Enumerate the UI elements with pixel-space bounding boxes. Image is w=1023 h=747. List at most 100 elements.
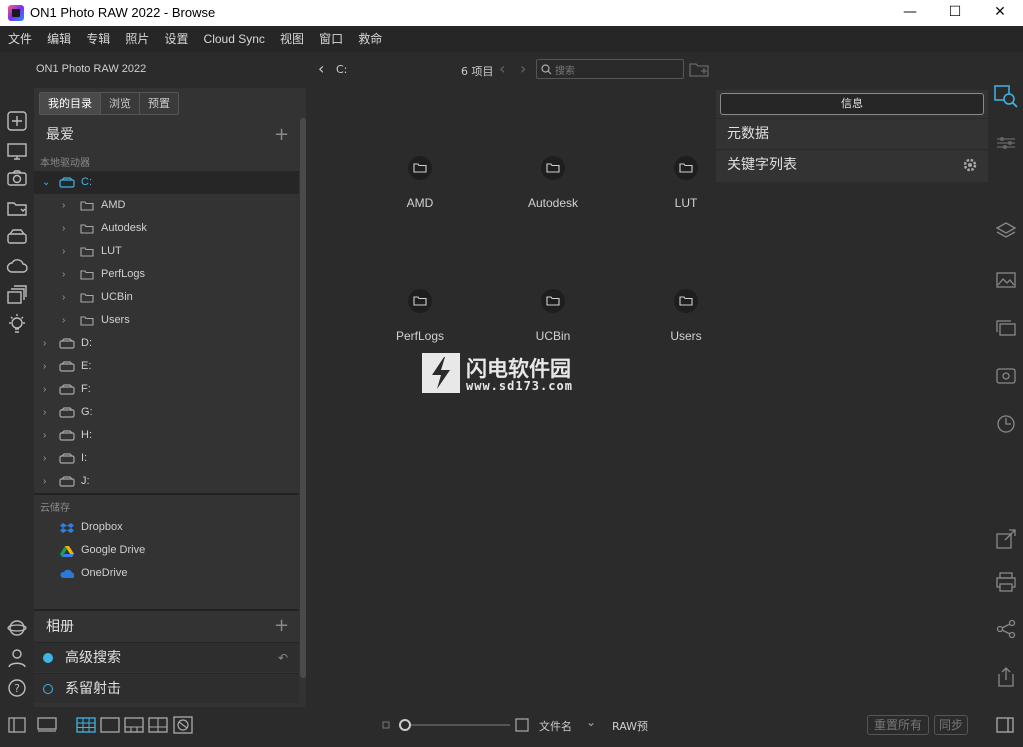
- menu-file[interactable]: 文件: [0, 26, 32, 52]
- tab-presets[interactable]: 预置: [140, 93, 178, 114]
- folder-tile[interactable]: Users: [627, 289, 747, 369]
- folder-tile[interactable]: PerfLogs: [361, 289, 481, 369]
- user-icon[interactable]: [6, 647, 28, 669]
- prev-arrow-icon[interactable]: ‹: [499, 59, 505, 78]
- gear-icon[interactable]: [962, 157, 978, 173]
- resize-icon[interactable]: [996, 414, 1016, 434]
- folder-row[interactable]: › LUT: [34, 240, 299, 263]
- folder-tile[interactable]: AMD: [361, 156, 481, 236]
- layers-icon[interactable]: [996, 222, 1016, 240]
- folder-heart-icon[interactable]: [6, 197, 28, 219]
- export-icon[interactable]: [996, 529, 1016, 549]
- minimize-button[interactable]: —: [887, 0, 933, 26]
- drive-row-j[interactable]: › J:: [34, 470, 299, 493]
- gallery-icon[interactable]: [996, 320, 1016, 336]
- chevron-right-icon[interactable]: ›: [62, 286, 65, 309]
- slider-handle[interactable]: [399, 719, 411, 731]
- chevron-right-icon[interactable]: ›: [43, 332, 46, 355]
- info-button[interactable]: 信息: [720, 93, 984, 115]
- sync-globe-icon[interactable]: [6, 617, 28, 639]
- menu-edit[interactable]: 编辑: [39, 26, 71, 52]
- drive-icon[interactable]: [6, 226, 28, 248]
- raw-preview-label[interactable]: RAW预: [612, 718, 648, 734]
- chevron-right-icon[interactable]: ›: [43, 378, 46, 401]
- chevron-right-icon[interactable]: ›: [62, 309, 65, 332]
- reset-all-button[interactable]: 重置所有: [867, 715, 929, 735]
- landscape-icon[interactable]: [996, 272, 1016, 288]
- folder-tile[interactable]: Autodesk: [494, 156, 614, 236]
- drive-row-i[interactable]: › I:: [34, 447, 299, 470]
- upload-icon[interactable]: [996, 666, 1016, 688]
- detail-view-icon[interactable]: [100, 717, 120, 733]
- chevron-right-icon[interactable]: ›: [43, 401, 46, 424]
- browse-search-icon[interactable]: [994, 84, 1018, 108]
- chevron-right-icon[interactable]: ›: [62, 194, 65, 217]
- search-input[interactable]: 搜索: [536, 59, 684, 79]
- panel-scrollbar[interactable]: [300, 118, 306, 678]
- filmstrip-view-icon[interactable]: [124, 717, 144, 733]
- chevron-right-icon[interactable]: ›: [62, 240, 65, 263]
- cloud-row-dropbox[interactable]: Dropbox: [34, 516, 299, 539]
- toggle-right-panel-icon[interactable]: [996, 717, 1014, 733]
- smart-album-tethered[interactable]: 系留射击: [34, 673, 299, 703]
- folder-row[interactable]: › PerfLogs: [34, 263, 299, 286]
- grid-view-icon[interactable]: [76, 717, 96, 733]
- menu-settings[interactable]: 设置: [156, 26, 188, 52]
- folder-row[interactable]: › Autodesk: [34, 217, 299, 240]
- toggle-left-panel-icon[interactable]: [8, 717, 26, 733]
- maximize-button[interactable]: ☐: [932, 0, 978, 26]
- menu-help[interactable]: 救命: [350, 26, 382, 52]
- monitor-icon[interactable]: [6, 140, 28, 162]
- undo-icon[interactable]: ↶: [278, 643, 288, 673]
- cloud-row-google-drive[interactable]: Google Drive: [34, 539, 299, 562]
- chevron-right-icon[interactable]: ›: [43, 470, 46, 493]
- chevron-right-icon[interactable]: ›: [62, 263, 65, 286]
- menu-window[interactable]: 窗口: [311, 26, 343, 52]
- chevron-right-icon[interactable]: ›: [43, 424, 46, 447]
- add-album-button[interactable]: +: [274, 617, 289, 635]
- lightbulb-icon[interactable]: [6, 313, 28, 335]
- thumbnail-size-slider[interactable]: [405, 724, 510, 726]
- photo-icon[interactable]: [996, 368, 1016, 384]
- help-icon[interactable]: ?: [6, 677, 28, 699]
- chevron-down-icon[interactable]: ⌄: [42, 171, 50, 194]
- tab-browse[interactable]: 浏览: [101, 93, 140, 114]
- sort-label[interactable]: 文件名: [539, 718, 572, 734]
- folder-row[interactable]: › AMD: [34, 194, 299, 217]
- menu-view[interactable]: 视图: [272, 26, 304, 52]
- keyword-list-row[interactable]: 关键字列表: [716, 149, 988, 179]
- drive-row-h[interactable]: › H:: [34, 424, 299, 447]
- next-arrow-icon[interactable]: ›: [520, 59, 526, 78]
- drive-row-d[interactable]: › D:: [34, 332, 299, 355]
- chevron-right-icon[interactable]: ›: [43, 447, 46, 470]
- share-icon[interactable]: [996, 619, 1016, 639]
- stack-icon[interactable]: [6, 284, 28, 306]
- tab-my-catalog[interactable]: 我的目录: [40, 93, 101, 114]
- print-icon[interactable]: [996, 572, 1016, 592]
- filmstrip-icon[interactable]: [37, 717, 57, 733]
- folder-row[interactable]: › Users: [34, 309, 299, 332]
- sync-button[interactable]: 同步: [934, 715, 968, 735]
- menu-album[interactable]: 专辑: [78, 26, 110, 52]
- back-arrow-icon[interactable]: ‹: [318, 59, 324, 78]
- cloud-icon[interactable]: [6, 255, 28, 277]
- menu-cloud-sync[interactable]: Cloud Sync: [196, 26, 265, 52]
- new-folder-icon[interactable]: [689, 61, 709, 77]
- menu-photo[interactable]: 照片: [117, 26, 149, 52]
- smart-album-advanced-search[interactable]: 高级搜索 ↶: [34, 642, 299, 672]
- close-button[interactable]: ✕: [977, 0, 1023, 26]
- camera-icon[interactable]: [6, 167, 28, 189]
- chevron-right-icon[interactable]: ›: [43, 355, 46, 378]
- compare-view-icon[interactable]: [148, 717, 168, 733]
- drive-row-f[interactable]: › F:: [34, 378, 299, 401]
- chevron-down-icon[interactable]: ⌄: [586, 715, 596, 729]
- metadata-row[interactable]: 元数据: [716, 118, 988, 148]
- add-favorite-button[interactable]: +: [274, 126, 289, 144]
- sliders-icon[interactable]: [996, 135, 1016, 151]
- map-view-icon[interactable]: [173, 716, 193, 734]
- chevron-right-icon[interactable]: ›: [62, 217, 65, 240]
- drive-row-g[interactable]: › G:: [34, 401, 299, 424]
- drive-row-e[interactable]: › E:: [34, 355, 299, 378]
- cloud-row-onedrive[interactable]: OneDrive: [34, 562, 299, 585]
- add-icon[interactable]: [6, 110, 28, 132]
